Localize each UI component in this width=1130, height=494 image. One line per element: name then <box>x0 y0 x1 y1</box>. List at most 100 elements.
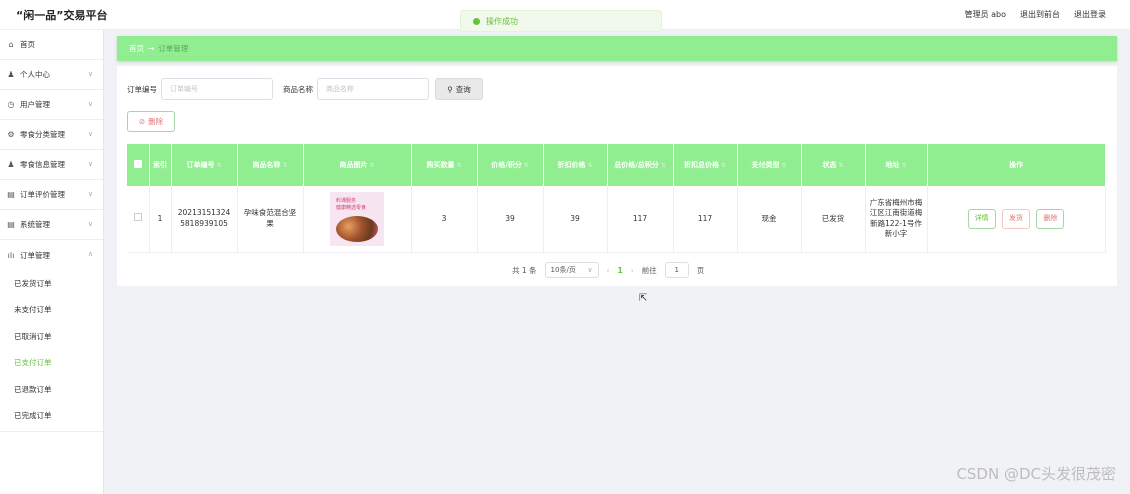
sort-icon: ⇅ <box>369 162 375 169</box>
submenu-paid-orders[interactable]: 已支付订单 <box>0 350 103 377</box>
page-suffix: 页 <box>696 265 705 275</box>
submenu-completed-orders[interactable]: 已完成订单 <box>0 403 103 430</box>
trash-icon: ⊘ <box>138 117 146 126</box>
col-header[interactable]: 状态 ⇅ <box>801 144 866 186</box>
product-thumbnail[interactable]: 料课服务 健康精选零食 <box>330 191 384 246</box>
sort-icon: ⇅ <box>901 162 907 169</box>
thumbnail-title: 料课服务 <box>336 197 357 204</box>
sidebar-item-system[interactable]: ▤ 系统管理 ∨ <box>0 210 103 240</box>
orders-table: 索引 订单编号 ⇅ 商品名称 ⇅ 商品图片 ⇅ 购买数量 ⇅ 价格/积分 ⇅ 折扣价格 ⇅ … <box>127 144 1106 253</box>
cell-product-name: 孕味食范混合坚果 <box>237 186 304 253</box>
sidebar-item-orders[interactable]: ılı 订单管理 ∧ <box>0 240 103 270</box>
sidebar-item-order-review[interactable]: ▤ 订单评价管理 ∨ <box>0 180 103 210</box>
sort-icon: ⇅ <box>720 162 727 169</box>
cell-order-no: 202131513245818939105 <box>171 186 238 253</box>
sidebar-item-snack-info[interactable]: ♟ 零食信息管理 ∨ <box>0 150 103 180</box>
cell-index: 1 <box>149 186 172 253</box>
success-toast: 操作成功 <box>460 10 662 32</box>
delete-button-label: 删除 <box>148 117 164 126</box>
breadcrumb-current: 订单管理 <box>158 44 189 53</box>
col-header[interactable]: 订单编号 ⇅ <box>171 144 238 186</box>
search-button[interactable]: ⚲ 查询 <box>435 78 483 100</box>
chevron-down-icon: ∨ <box>87 160 93 168</box>
submenu-refunded-orders[interactable]: 已退款订单 <box>0 376 103 403</box>
breadcrumb-separator: → <box>148 44 155 53</box>
search-row: 订单编号 商品名称 ⚲ 查询 <box>127 78 483 100</box>
pagination: 共 1 条 10条/页 ∨ ‹ 1 › 前往 1 页 <box>512 262 704 278</box>
col-header[interactable]: 折扣总价格 ⇅ <box>673 144 738 186</box>
cell-product-image[interactable]: 料课服务 健康精选零食 <box>303 186 412 253</box>
sidebar-item-profile[interactable]: ♟ 个人中心 ∨ <box>0 60 103 90</box>
ship-button[interactable]: 发货 <box>1002 208 1030 229</box>
sidebar-item-label: 首页 <box>20 40 35 49</box>
total-count: 共 1 条 <box>512 265 537 275</box>
product-name-input[interactable] <box>317 78 429 100</box>
sidebar-item-home[interactable]: ⌂ 首页 <box>0 30 103 60</box>
col-header[interactable]: 地址 ⇅ <box>865 144 928 186</box>
table-row: 1 202131513245818939105 孕味食范混合坚果 料课服务 健康… <box>127 186 1106 253</box>
home-icon: ⌂ <box>8 40 14 49</box>
order-no-input[interactable] <box>161 78 273 100</box>
mouse-cursor-icon: ⇱ <box>639 293 648 304</box>
col-header[interactable]: 支付类型 ⇅ <box>737 144 802 186</box>
chevron-down-icon: ∨ <box>587 266 593 274</box>
col-header[interactable]: 商品名称 ⇅ <box>237 144 304 186</box>
cell-actions: 详情 发货 删除 <box>927 186 1106 253</box>
prev-page-icon[interactable]: ‹ <box>607 266 610 275</box>
chevron-down-icon: ∨ <box>87 130 93 138</box>
select-all-checkbox[interactable] <box>133 160 142 168</box>
sidebar-item-label: 系统管理 <box>20 220 50 229</box>
cell-status: 已发货 <box>801 186 866 253</box>
sidebar: ⌂ 首页 ♟ 个人中心 ∨ ◷ 用户管理 ∨ ⚙ 零食分类管理 ∨ ♟ 零食信息… <box>0 30 104 494</box>
toast-message: 操作成功 <box>486 16 518 26</box>
cell-pay-type: 现金 <box>737 186 802 253</box>
select-all-header[interactable] <box>127 144 150 186</box>
col-header[interactable]: 商品图片 ⇅ <box>303 144 412 186</box>
col-header[interactable]: 折扣价格 ⇅ <box>543 144 608 186</box>
bulk-delete-button[interactable]: ⊘ 删除 <box>127 111 175 132</box>
sort-icon: ⇅ <box>456 162 462 169</box>
breadcrumb-home[interactable]: 首页 <box>129 43 144 54</box>
submenu-shipped-orders[interactable]: 已发货订单 <box>0 270 103 297</box>
product-name-label: 商品名称 <box>283 84 313 94</box>
page-number[interactable]: 1 <box>618 266 623 275</box>
sidebar-item-label: 订单管理 <box>20 250 50 260</box>
delete-row-button[interactable]: 删除 <box>1036 208 1065 229</box>
row-select-cell[interactable] <box>127 186 150 253</box>
submenu-cancelled-orders[interactable]: 已取消订单 <box>0 323 103 350</box>
watermark: CSDN @DC头发很茂密 <box>956 465 1116 483</box>
doc-icon: ▤ <box>7 190 15 199</box>
col-header[interactable]: 购买数量 ⇅ <box>411 144 478 186</box>
cell-qty: 3 <box>411 186 478 253</box>
next-page-icon[interactable]: › <box>631 266 634 275</box>
submenu-unpaid-orders[interactable]: 未支付订单 <box>0 297 103 324</box>
thumbnail-subtitle: 健康精选零食 <box>336 204 367 211</box>
goto-page-input[interactable]: 1 <box>664 262 689 278</box>
bar-chart-icon: ılı <box>7 250 15 260</box>
col-header: 索引 <box>149 144 172 186</box>
breadcrumb: 首页 → 订单管理 <box>117 36 1117 61</box>
row-checkbox[interactable] <box>133 213 142 221</box>
chevron-down-icon: ∨ <box>87 190 93 198</box>
app-title: “闲一品”交易平台 <box>16 9 108 22</box>
order-no-label: 订单编号 <box>127 84 157 94</box>
sidebar-item-label: 用户管理 <box>20 100 50 109</box>
admin-label[interactable]: 管理员 abo <box>965 9 1006 20</box>
sort-icon: ⇅ <box>282 162 288 169</box>
sort-icon: ⇅ <box>781 162 787 169</box>
detail-button[interactable]: 详情 <box>967 208 996 229</box>
cell-address: 广东省梅州市梅江区江南街道梅新路122-1号作新小字 <box>865 186 928 253</box>
snack-image <box>336 215 378 242</box>
sidebar-item-users[interactable]: ◷ 用户管理 ∨ <box>0 90 103 120</box>
col-header[interactable]: 价格/积分 ⇅ <box>477 144 544 186</box>
cell-total: 117 <box>607 186 674 253</box>
chevron-down-icon: ∨ <box>87 70 93 78</box>
exit-to-front-link[interactable]: 退出到前台 <box>1020 9 1060 20</box>
col-header[interactable]: 总价格/总积分 ⇅ <box>607 144 674 186</box>
logout-link[interactable]: 退出登录 <box>1074 9 1106 20</box>
sidebar-item-label: 零食分类管理 <box>20 130 65 139</box>
page-size-select[interactable]: 10条/页 ∨ <box>544 262 599 278</box>
main-panel: 订单编号 商品名称 ⚲ 查询 ⊘ 删除 索引 订单编号⇅ 商品名称⇅ 商品图片⇅… <box>117 66 1117 286</box>
col-header: 操作 <box>927 144 1106 186</box>
sidebar-item-snack-category[interactable]: ⚙ 零食分类管理 ∨ <box>0 120 103 150</box>
